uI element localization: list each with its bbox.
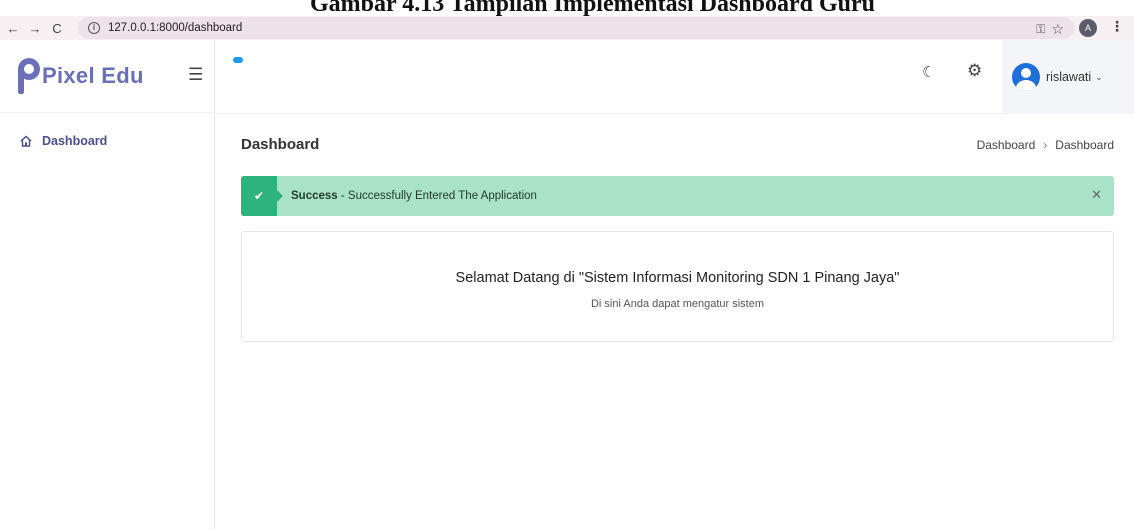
success-alert: ✔ Success - Successfully Entered The App… bbox=[241, 176, 1114, 216]
chevron-down-icon: ⌄ bbox=[1095, 71, 1103, 82]
close-icon[interactable]: ✕ bbox=[1091, 187, 1102, 203]
status-indicator bbox=[233, 57, 243, 63]
topbar: ☾ ⚙ rislawati ⌄ bbox=[216, 40, 1134, 114]
user-name: rislawati bbox=[1046, 70, 1092, 84]
info-icon[interactable]: i bbox=[88, 22, 100, 34]
more-vertical-icon[interactable]: ⋮ bbox=[1110, 18, 1124, 35]
sidebar-item-dashboard[interactable]: Dashboard bbox=[0, 133, 214, 149]
alert-body: - Successfully Entered The Application bbox=[337, 190, 537, 202]
sidebar: Pixel Edu ☰ Dashboard bbox=[0, 40, 215, 529]
welcome-title: Selamat Datang di "Sistem Informasi Moni… bbox=[455, 270, 900, 286]
sidebar-item-label: Dashboard bbox=[42, 134, 108, 148]
alert-message: Success - Successfully Entered The Appli… bbox=[291, 190, 537, 202]
browser-toolbar: ← → C i 127.0.0.1:8000/dashboard ⚿ ☆ A ⋮ bbox=[0, 16, 1134, 40]
user-menu[interactable]: rislawati ⌄ bbox=[1002, 40, 1134, 114]
key-icon[interactable]: ⚿ bbox=[1036, 22, 1045, 37]
url-text[interactable]: 127.0.0.1:8000/dashboard bbox=[108, 22, 242, 34]
browser-profile-avatar[interactable]: A bbox=[1079, 19, 1097, 37]
breadcrumb: Dashboard › Dashboard bbox=[977, 138, 1114, 152]
address-bar[interactable]: i 127.0.0.1:8000/dashboard ⚿ ☆ bbox=[78, 17, 1074, 39]
logo-icon bbox=[18, 58, 40, 94]
welcome-subtitle: Di sini Anda dapat mengatur sistem bbox=[590, 298, 765, 310]
star-icon[interactable]: ☆ bbox=[1051, 21, 1064, 38]
double-check-icon: ✔ bbox=[241, 176, 283, 216]
welcome-card: Selamat Datang di "Sistem Informasi Moni… bbox=[241, 231, 1114, 342]
reload-icon[interactable]: C bbox=[46, 16, 68, 40]
avatar bbox=[1012, 63, 1040, 91]
page-title: Dashboard bbox=[241, 136, 320, 153]
chevron-right-icon: › bbox=[1043, 138, 1048, 152]
gear-icon[interactable]: ⚙ bbox=[967, 61, 982, 81]
hamburger-menu-icon[interactable]: ☰ bbox=[188, 65, 203, 85]
breadcrumb-item-home[interactable]: Dashboard bbox=[977, 138, 1036, 152]
alert-strong: Success bbox=[291, 190, 338, 202]
home-icon bbox=[20, 135, 32, 147]
arrow-left-icon[interactable]: ← bbox=[2, 16, 24, 40]
brand-name: Pixel Edu bbox=[42, 63, 144, 88]
moon-icon[interactable]: ☾ bbox=[922, 63, 935, 81]
arrow-right-icon[interactable]: → bbox=[24, 16, 46, 40]
breadcrumb-item-current: Dashboard bbox=[1055, 138, 1114, 152]
brand-logo[interactable]: Pixel Edu ☰ bbox=[0, 40, 214, 113]
